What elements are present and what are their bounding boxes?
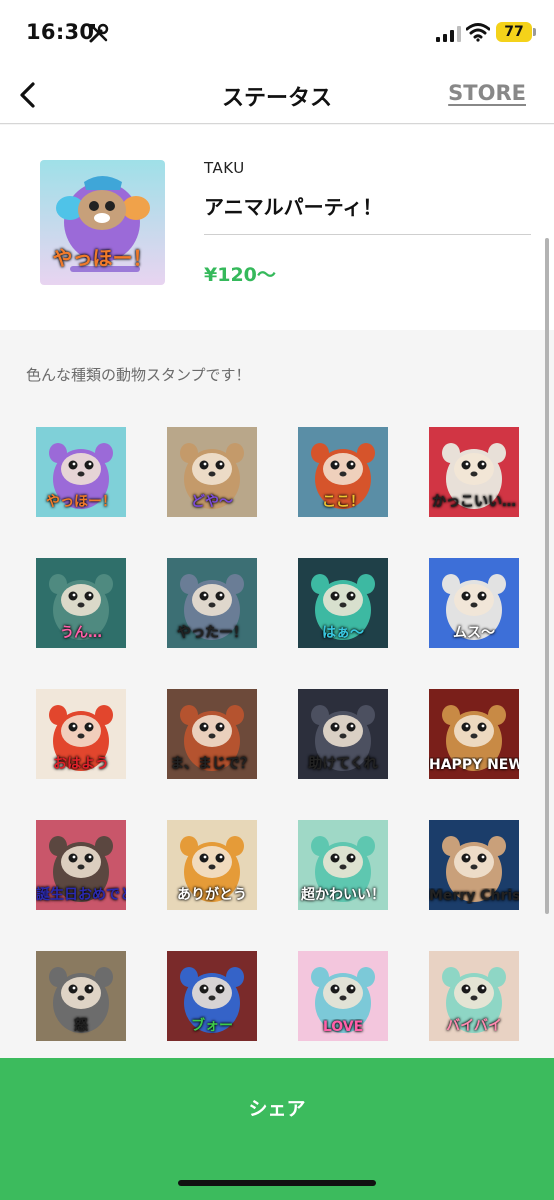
sticker-item[interactable]: 助けてくれ — [298, 689, 388, 779]
sticker-item[interactable]: やっほー！ — [36, 427, 126, 517]
wifi-icon — [466, 23, 490, 42]
nav-bar: ステータス STORE — [0, 66, 554, 124]
sticker-item[interactable]: はぁ～ — [298, 558, 388, 648]
sticker-caption: Merry Christmas! — [429, 888, 519, 904]
sticker-caption: HAPPY NEW YEAR — [429, 757, 519, 773]
sticker-caption: ムス～ — [453, 625, 495, 641]
sticker-caption: やっほー！ — [46, 494, 116, 510]
divider — [204, 234, 531, 235]
sticker-caption: ブォー — [191, 1018, 233, 1034]
battery-nub — [533, 28, 536, 36]
share-button-label: シェア — [248, 1098, 306, 1120]
sticker-caption: 誕生日おめでとう！ — [36, 887, 126, 903]
sticker-item[interactable]: バイバイ — [429, 951, 519, 1041]
sticker-caption: 超かわいい！ — [301, 887, 385, 903]
product-header: やっほー！ TAKU アニマルパーティ！ ¥120～ — [0, 125, 554, 330]
sticker-caption: ありがとう — [177, 887, 247, 903]
share-button[interactable]: シェア — [0, 1058, 554, 1200]
sticker-caption: はぁ～ — [322, 625, 364, 641]
sticker-caption: どや～ — [191, 494, 233, 510]
sticker-item[interactable]: ま、まじで？ — [167, 689, 257, 779]
sticker-caption: おはよう — [53, 756, 109, 772]
sticker-item[interactable]: LOVE — [298, 951, 388, 1041]
store-link[interactable]: STORE — [448, 81, 526, 105]
sticker-item[interactable]: やったー！ — [167, 558, 257, 648]
sticker-caption: 怒 — [74, 1018, 88, 1034]
sticker-caption: ま、まじで？ — [170, 756, 254, 772]
sticker-caption: LOVE — [322, 1019, 364, 1035]
product-description: 色んな種類の動物スタンプです！ — [26, 366, 251, 384]
scroll-indicator[interactable] — [545, 238, 549, 914]
creator-name[interactable]: TAKU — [204, 159, 245, 177]
sticker-caption: ここ！ — [322, 494, 364, 510]
sticker-item[interactable]: ブォー — [167, 951, 257, 1041]
sticker-caption: かっこいい… — [432, 494, 516, 510]
tools-icon — [89, 23, 109, 43]
sticker-item[interactable]: 誕生日おめでとう！ — [36, 820, 126, 910]
sticker-item[interactable]: 超かわいい！ — [298, 820, 388, 910]
sticker-caption: うん… — [60, 625, 102, 641]
sticker-item[interactable]: ありがとう — [167, 820, 257, 910]
sticker-item[interactable]: 怒 — [36, 951, 126, 1041]
sticker-caption: 助けてくれ — [308, 756, 378, 772]
sticker-caption: バイバイ — [446, 1018, 502, 1034]
sticker-item[interactable]: どや～ — [167, 427, 257, 517]
signal-icon — [436, 26, 461, 42]
home-indicator — [178, 1180, 376, 1186]
sticker-item[interactable]: おはよう — [36, 689, 126, 779]
sticker-item[interactable]: Merry Christmas! — [429, 820, 519, 910]
sticker-item[interactable]: ムス～ — [429, 558, 519, 648]
battery-level: 77 — [496, 22, 532, 42]
sticker-item[interactable]: うん… — [36, 558, 126, 648]
price: ¥120～ — [204, 264, 276, 286]
sticker-item[interactable]: HAPPY NEW YEAR — [429, 689, 519, 779]
product-thumbnail: やっほー！ — [40, 160, 165, 285]
product-title: アニマルパーティ！ — [204, 195, 383, 219]
status-bar: 16:30 77 — [0, 0, 554, 66]
sticker-item[interactable]: かっこいい… — [429, 427, 519, 517]
sticker-item[interactable]: ここ！ — [298, 427, 388, 517]
status-time: 16:30 — [26, 20, 95, 44]
product-thumbnail-caption: やっほー！ — [52, 246, 153, 270]
sticker-caption: やったー！ — [177, 625, 247, 641]
